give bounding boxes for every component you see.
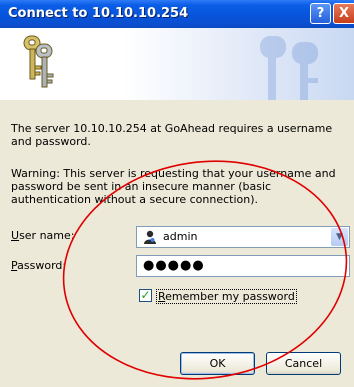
password-value: ●●●●● — [143, 258, 205, 273]
keys-watermark-icon — [260, 36, 318, 100]
password-field[interactable]: ●●●●● — [136, 255, 350, 277]
username-combobox[interactable]: admin ▼ — [136, 226, 350, 248]
remember-password-label[interactable]: Remember my password — [156, 289, 297, 304]
keys-icon — [23, 35, 54, 88]
close-button[interactable]: X — [333, 3, 354, 24]
help-button[interactable]: ? — [310, 3, 331, 24]
title-bar[interactable]: Connect to 10.10.10.254 ? X — [0, 0, 354, 28]
cancel-button[interactable]: Cancel — [266, 352, 341, 375]
window-title: Connect to 10.10.10.254 — [8, 6, 189, 21]
remember-password-checkbox[interactable]: ✓ — [139, 289, 152, 302]
banner — [0, 28, 354, 100]
chevron-down-icon[interactable]: ▼ — [331, 228, 348, 246]
user-icon — [144, 230, 156, 244]
password-label: Password: — [11, 259, 67, 272]
username-value: admin — [163, 230, 198, 243]
username-label: User name: — [11, 229, 75, 242]
login-dialog: Connect to 10.10.10.254 ? X The server 1… — [0, 0, 354, 387]
security-warning: Warning: This server is requesting that … — [11, 167, 336, 206]
server-message: The server 10.10.10.254 at GoAhead requi… — [11, 122, 333, 148]
ok-button[interactable]: OK — [180, 352, 255, 375]
